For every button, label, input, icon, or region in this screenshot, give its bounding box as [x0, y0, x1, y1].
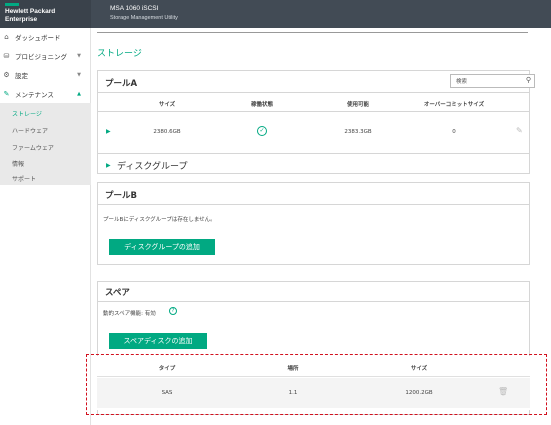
page-title: ストレージ [97, 49, 142, 59]
chevron-down-icon: ▼ [77, 53, 81, 59]
hpe-logo: Hewlett Packard Enterprise [0, 0, 91, 28]
help-icon[interactable]: ? [169, 307, 177, 315]
chevron-down-icon: ▼ [77, 72, 81, 78]
column-header-size: サイズ [158, 102, 176, 108]
sidebar: ⌂ ダッシュボード ⛁ プロビジョニング ▼ ⚙ 設定 ▼ ✎ メンテナンス ▲… [0, 28, 91, 425]
logo-bar-icon [5, 3, 19, 6]
logo-text-line1: Hewlett Packard [5, 8, 56, 15]
sidebar-item-maintenance[interactable]: ✎ メンテナンス ▲ [0, 85, 91, 103]
header-divider [97, 32, 528, 33]
add-disk-group-button[interactable]: ディスクグループの追加 [109, 239, 215, 255]
home-icon: ⌂ [4, 33, 9, 41]
search-icon: ⚲ [525, 76, 531, 84]
pool-a-card: プールA 検索 ⚲ サイズ 稼働状態 使用可能 オーバーコミットサイズ ▶ 23… [97, 70, 535, 174]
sidebar-subitem-storage[interactable]: ストレージ [12, 109, 42, 118]
sidebar-subitem-firmware[interactable]: ファームウェア [12, 143, 54, 152]
highlight-box [86, 354, 547, 415]
system-subtitle: Storage Management Utility [110, 15, 178, 21]
chevron-up-icon: ▲ [77, 91, 81, 97]
pool-a-available: 2383.3GB [344, 129, 372, 135]
status-ok-icon: ✓ [257, 126, 267, 136]
search-placeholder: 検索 [456, 79, 468, 85]
pool-b-message: プールBにディスクグループは存在しません。 [103, 217, 216, 223]
dynamic-spare-label: 動的スペア機能: 有効 [103, 311, 156, 317]
expand-row-icon[interactable]: ▶ [106, 128, 111, 135]
column-header-status: 稼働状態 [250, 102, 274, 108]
gear-icon: ⚙ [3, 71, 10, 79]
disk-group-label[interactable]: ディスクグループ [117, 159, 187, 172]
pool-b-title: プールB [105, 191, 137, 201]
card-divider [98, 301, 529, 302]
sidebar-item-label: プロビジョニング [15, 53, 67, 61]
pool-a-overcommit: 0 [452, 129, 456, 135]
table-header-divider [98, 111, 529, 112]
pool-b-card: プールB プールBにディスクグループは存在しません。 ディスクグループの追加 [97, 182, 530, 265]
edit-pencil-icon[interactable]: ✎ [516, 126, 523, 135]
card-divider [98, 204, 529, 205]
pool-a-size: 2380.6GB [153, 129, 181, 135]
row-divider [98, 153, 529, 154]
sidebar-subitem-info[interactable]: 情報 [12, 159, 24, 168]
storage-icon: ⛁ [3, 52, 10, 60]
sidebar-item-dashboard[interactable]: ⌂ ダッシュボード [0, 28, 91, 46]
search-input[interactable]: 検索 ⚲ [450, 74, 535, 88]
sidebar-item-label: ダッシュボード [15, 34, 61, 42]
expand-disk-group-icon[interactable]: ▶ [106, 162, 111, 169]
sidebar-item-provisioning[interactable]: ⛁ プロビジョニング ▼ [0, 47, 91, 65]
sidebar-subitem-support[interactable]: サポート [12, 174, 36, 183]
column-header-available: 使用可能 [346, 102, 370, 108]
sidebar-item-settings[interactable]: ⚙ 設定 ▼ [0, 66, 91, 84]
sidebar-item-label: メンテナンス [15, 91, 54, 99]
card-divider [98, 92, 529, 93]
maintenance-submenu: ストレージ ハードウェア ファームウェア 情報 サポート [0, 103, 91, 185]
pool-a-title: プールA [105, 79, 138, 89]
logo-text-line2: Enterprise [5, 16, 38, 23]
sidebar-item-label: 設定 [15, 72, 28, 80]
top-bar: Hewlett Packard Enterprise MSA 1060 iSCS… [0, 0, 551, 28]
add-spare-disk-button[interactable]: スペアディスクの追加 [109, 333, 207, 349]
wrench-icon: ✎ [3, 90, 10, 98]
spare-title: スペア [105, 288, 130, 298]
sidebar-subitem-hardware[interactable]: ハードウェア [12, 126, 48, 135]
system-name: MSA 1060 iSCSI [110, 5, 159, 12]
column-header-overcommit: オーバーコミットサイズ [423, 102, 485, 108]
